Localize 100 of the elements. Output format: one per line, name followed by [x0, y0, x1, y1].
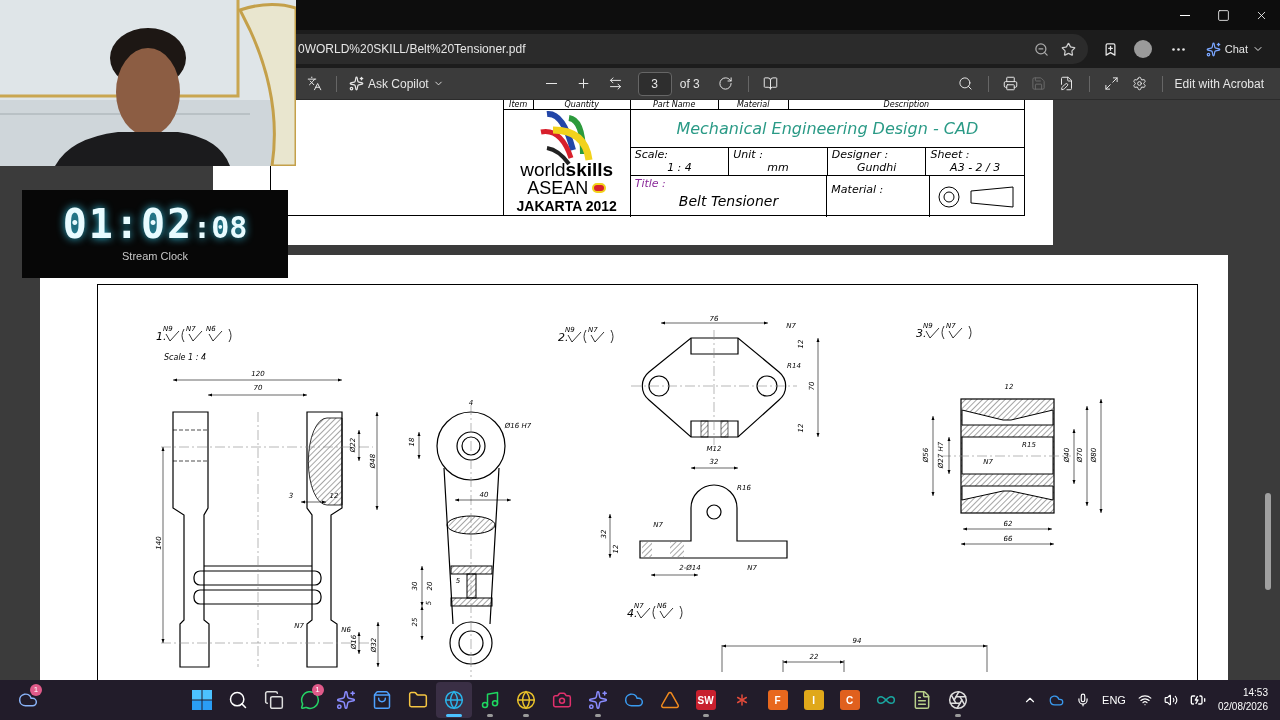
sparkle-icon: [1205, 41, 1221, 57]
drawing-title: Belt Tensioner: [678, 192, 779, 209]
part-number: 1.: [156, 330, 167, 343]
taskbar-app[interactable]: [435, 682, 472, 718]
microphone-icon: [1076, 693, 1091, 707]
language-indicator[interactable]: ENG: [1102, 691, 1126, 709]
field-label: Sheet :: [930, 148, 970, 161]
wifi-icon: [1137, 693, 1152, 707]
cloud-icon: [623, 690, 644, 710]
logo-event: JAKARTA 2012: [516, 199, 617, 213]
parenthesis-close-icon: [968, 325, 972, 340]
emblem-icon: [592, 183, 607, 193]
clock-time-label[interactable]: 14:53: [1242, 686, 1268, 700]
scale-note: Scale 1 : 4: [164, 353, 207, 362]
logo-region: ASEAN: [527, 179, 589, 197]
music-icon: [479, 690, 500, 710]
part-number: 2.: [558, 331, 569, 344]
column-header: Quantity: [564, 100, 599, 109]
search-icon: [227, 690, 248, 710]
column-header: Item: [509, 100, 528, 109]
camera-icon: [551, 690, 572, 710]
aperture-icon: [947, 690, 968, 710]
column-header: Description: [883, 100, 930, 109]
title-label: Title :: [634, 176, 666, 192]
parenthesis-close-icon: [679, 605, 683, 620]
rotate-icon: [718, 76, 734, 91]
save-as-icon: [1059, 76, 1075, 91]
cone-icon: [659, 690, 680, 710]
windows-logo-icon: [191, 690, 212, 710]
print-icon: [1003, 76, 1019, 91]
app-tile: I: [803, 690, 824, 710]
clock-seconds: :08: [193, 212, 248, 243]
cloud-icon: [1049, 692, 1065, 708]
field-value: mm: [767, 161, 789, 174]
notification-badge: 1: [311, 684, 324, 696]
app-tile: F: [767, 690, 788, 710]
app-tile: SW: [695, 690, 716, 710]
field-label: Scale:: [634, 148, 668, 161]
sparkle-icon: [335, 690, 356, 710]
more-icon: [1172, 47, 1186, 51]
search-icon: [958, 76, 974, 91]
chat-button[interactable]: Chat: [1197, 37, 1272, 61]
page-view-icon: [763, 76, 779, 91]
save-icon: [1031, 76, 1047, 91]
logo-word-bold: skills: [565, 160, 614, 179]
weather-icon: [18, 690, 38, 710]
battery-icon: [1189, 692, 1206, 708]
folder-icon: [407, 690, 428, 710]
star-icon: [1060, 41, 1076, 57]
part-number: 3.: [916, 327, 927, 340]
date-label[interactable]: 02/08/2026: [1217, 700, 1268, 714]
drawing-heading: Mechanical Engineering Design - CAD: [676, 117, 979, 140]
parenthesis-close-icon: [610, 329, 614, 344]
field-label: Designer :: [831, 148, 889, 161]
chat-icon: [299, 690, 320, 710]
column-header: Material: [736, 100, 770, 109]
field-value: 1 : 4: [667, 161, 692, 174]
column-header: Part Name: [653, 100, 696, 109]
edit-with-acrobat-button[interactable]: Edit with Acrobat: [1170, 70, 1268, 97]
address-field[interactable]: 0WORLD%20SKILL/Belt%20Tensioner.pdf: [296, 34, 1088, 64]
field-value: Gundhi: [856, 161, 897, 174]
bag-icon: [371, 690, 392, 710]
logo-word: world: [520, 160, 566, 179]
globe-icon: [443, 690, 464, 710]
parenthesis-open-icon: [583, 329, 587, 344]
parenthesis-open-icon: [181, 328, 185, 343]
fullscreen-icon: [1104, 76, 1120, 91]
taskbar-app[interactable]: 1: [10, 682, 46, 718]
parenthesis-open-icon: [652, 605, 656, 620]
material-label: Material :: [831, 183, 884, 196]
profile-avatar[interactable]: [1133, 40, 1152, 58]
speaker-icon: [1163, 693, 1178, 707]
taskbar-app[interactable]: 1: [291, 682, 328, 718]
parenthesis-close-icon: [228, 328, 232, 343]
minimize-icon: [1180, 14, 1190, 16]
globe-icon: [515, 690, 536, 710]
notification-badge: 1: [30, 684, 42, 696]
page-number-field[interactable]: 3: [637, 71, 672, 96]
read-aloud-icon: [306, 76, 322, 91]
field-label: Unit :: [733, 148, 763, 161]
parenthesis-open-icon: [941, 325, 945, 340]
task-view-icon: [263, 690, 284, 710]
part-number: 4.: [627, 607, 638, 620]
bookmark-icon: [1103, 41, 1119, 57]
minus-icon: [546, 82, 558, 85]
app-tile: C: [839, 690, 860, 710]
settings-icon: [1132, 76, 1148, 91]
sparkle-icon: [587, 690, 608, 710]
fit-width-icon: [608, 76, 624, 91]
maximize-icon: [1216, 8, 1230, 22]
zoom-in-icon: [576, 76, 592, 91]
clock-label: Stream Clock: [122, 248, 188, 264]
sparkle-icon: [349, 76, 364, 91]
zoom-out-icon: [1033, 41, 1049, 57]
scrollbar-thumb[interactable]: [1265, 493, 1271, 590]
taskbar-app[interactable]: C: [831, 682, 868, 718]
taskbar-app[interactable]: SW: [687, 682, 724, 718]
clock-time: 01:02: [62, 203, 194, 244]
ask-copilot-button[interactable]: Ask Copilot: [345, 70, 448, 97]
page-count: of 3: [679, 75, 700, 93]
